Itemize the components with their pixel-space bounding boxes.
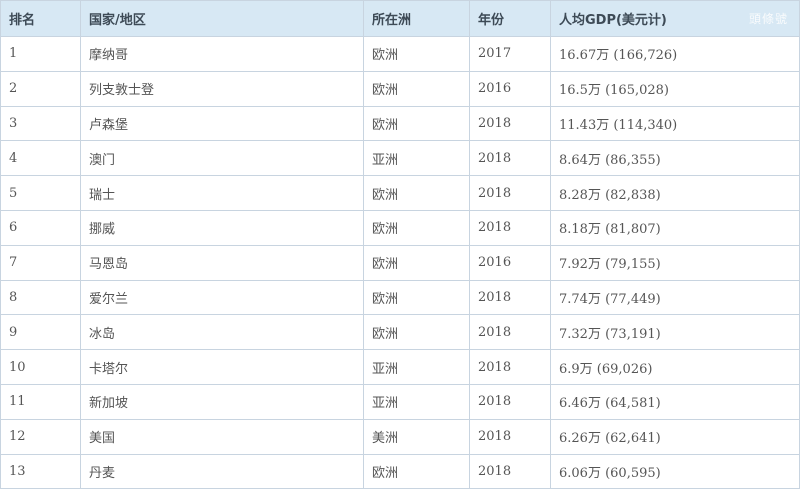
gdp-cell: 7.74万 (77,449): [550, 279, 800, 316]
country-cell: 澳门: [80, 140, 364, 177]
country-cell: 摩纳哥: [80, 36, 364, 72]
column-header-continent: 所在洲: [363, 0, 470, 37]
watermark: 頭條號: [748, 12, 788, 26]
rank-cell: 2: [0, 70, 81, 107]
table-row: 7 马恩岛 欧洲 2016 7.92万 (79,155): [0, 244, 800, 281]
rank-cell: 13: [0, 453, 81, 489]
rank-cell: 12: [0, 418, 81, 455]
country-cell: 卡塔尔: [80, 349, 364, 385]
rank-cell: 4: [0, 140, 81, 177]
year-cell: 2018: [469, 383, 551, 420]
continent-cell: 欧洲: [363, 209, 470, 246]
continent-cell: 亚洲: [363, 383, 470, 420]
year-cell: 2018: [469, 418, 551, 455]
rank-cell: 9: [0, 314, 81, 351]
table-row: 11 新加坡 亚洲 2018 6.46万 (64,581): [0, 383, 800, 420]
rank-cell: 3: [0, 105, 81, 142]
table-row: 6 挪威 欧洲 2018 8.18万 (81,807): [0, 209, 800, 246]
table-row: 4 澳门 亚洲 2018 8.64万 (86,355): [0, 140, 800, 177]
continent-cell: 欧洲: [363, 314, 470, 351]
country-cell: 丹麦: [80, 453, 364, 489]
continent-cell: 欧洲: [363, 105, 470, 142]
gdp-ranking-table: 排名 国家/地区 所在洲 年份 人均GDP(美元计) 1 摩纳哥 欧洲 2017…: [0, 0, 800, 489]
year-cell: 2018: [469, 453, 551, 489]
gdp-cell: 7.92万 (79,155): [550, 244, 800, 281]
year-cell: 2018: [469, 279, 551, 316]
column-header-country: 国家/地区: [80, 0, 364, 37]
rank-cell: 10: [0, 349, 81, 385]
continent-cell: 欧洲: [363, 36, 470, 72]
year-cell: 2018: [469, 314, 551, 351]
rank-cell: 7: [0, 244, 81, 281]
table-row: 10 卡塔尔 亚洲 2018 6.9万 (69,026): [0, 349, 800, 385]
country-cell: 卢森堡: [80, 105, 364, 142]
year-cell: 2017: [469, 36, 551, 72]
gdp-cell: 11.43万 (114,340): [550, 105, 800, 142]
continent-cell: 欧洲: [363, 175, 470, 211]
gdp-cell: 6.26万 (62,641): [550, 418, 800, 455]
continent-cell: 欧洲: [363, 453, 470, 489]
year-cell: 2018: [469, 175, 551, 211]
year-cell: 2016: [469, 70, 551, 107]
year-cell: 2018: [469, 209, 551, 246]
table-row: 13 丹麦 欧洲 2018 6.06万 (60,595): [0, 453, 800, 489]
table-row: 2 列支敦士登 欧洲 2016 16.5万 (165,028): [0, 70, 800, 107]
continent-cell: 美洲: [363, 418, 470, 455]
country-cell: 新加坡: [80, 383, 364, 420]
table-row: 8 爱尔兰 欧洲 2018 7.74万 (77,449): [0, 279, 800, 316]
year-cell: 2016: [469, 244, 551, 281]
table-header-row: 排名 国家/地区 所在洲 年份 人均GDP(美元计): [0, 0, 800, 37]
gdp-ranking-table-container: 排名 国家/地区 所在洲 年份 人均GDP(美元计) 1 摩纳哥 欧洲 2017…: [0, 0, 800, 489]
year-cell: 2018: [469, 105, 551, 142]
table-row: 12 美国 美洲 2018 6.26万 (62,641): [0, 418, 800, 455]
gdp-cell: 16.67万 (166,726): [550, 36, 800, 72]
year-cell: 2018: [469, 140, 551, 177]
table-row: 1 摩纳哥 欧洲 2017 16.67万 (166,726): [0, 36, 800, 72]
gdp-cell: 6.06万 (60,595): [550, 453, 800, 489]
gdp-cell: 8.28万 (82,838): [550, 175, 800, 211]
rank-cell: 8: [0, 279, 81, 316]
gdp-cell: 16.5万 (165,028): [550, 70, 800, 107]
country-cell: 瑞士: [80, 175, 364, 211]
gdp-cell: 7.32万 (73,191): [550, 314, 800, 351]
continent-cell: 亚洲: [363, 140, 470, 177]
year-cell: 2018: [469, 349, 551, 385]
continent-cell: 欧洲: [363, 279, 470, 316]
column-header-year: 年份: [469, 0, 551, 37]
continent-cell: 亚洲: [363, 349, 470, 385]
gdp-cell: 6.46万 (64,581): [550, 383, 800, 420]
gdp-cell: 8.64万 (86,355): [550, 140, 800, 177]
country-cell: 列支敦士登: [80, 70, 364, 107]
country-cell: 冰岛: [80, 314, 364, 351]
country-cell: 挪威: [80, 209, 364, 246]
rank-cell: 11: [0, 383, 81, 420]
country-cell: 美国: [80, 418, 364, 455]
rank-cell: 1: [0, 36, 81, 72]
rank-cell: 5: [0, 175, 81, 211]
table-row: 5 瑞士 欧洲 2018 8.28万 (82,838): [0, 175, 800, 211]
country-cell: 马恩岛: [80, 244, 364, 281]
table-row: 3 卢森堡 欧洲 2018 11.43万 (114,340): [0, 105, 800, 142]
country-cell: 爱尔兰: [80, 279, 364, 316]
rank-cell: 6: [0, 209, 81, 246]
gdp-cell: 8.18万 (81,807): [550, 209, 800, 246]
column-header-rank: 排名: [0, 0, 81, 37]
continent-cell: 欧洲: [363, 70, 470, 107]
gdp-cell: 6.9万 (69,026): [550, 349, 800, 385]
table-row: 9 冰岛 欧洲 2018 7.32万 (73,191): [0, 314, 800, 351]
continent-cell: 欧洲: [363, 244, 470, 281]
